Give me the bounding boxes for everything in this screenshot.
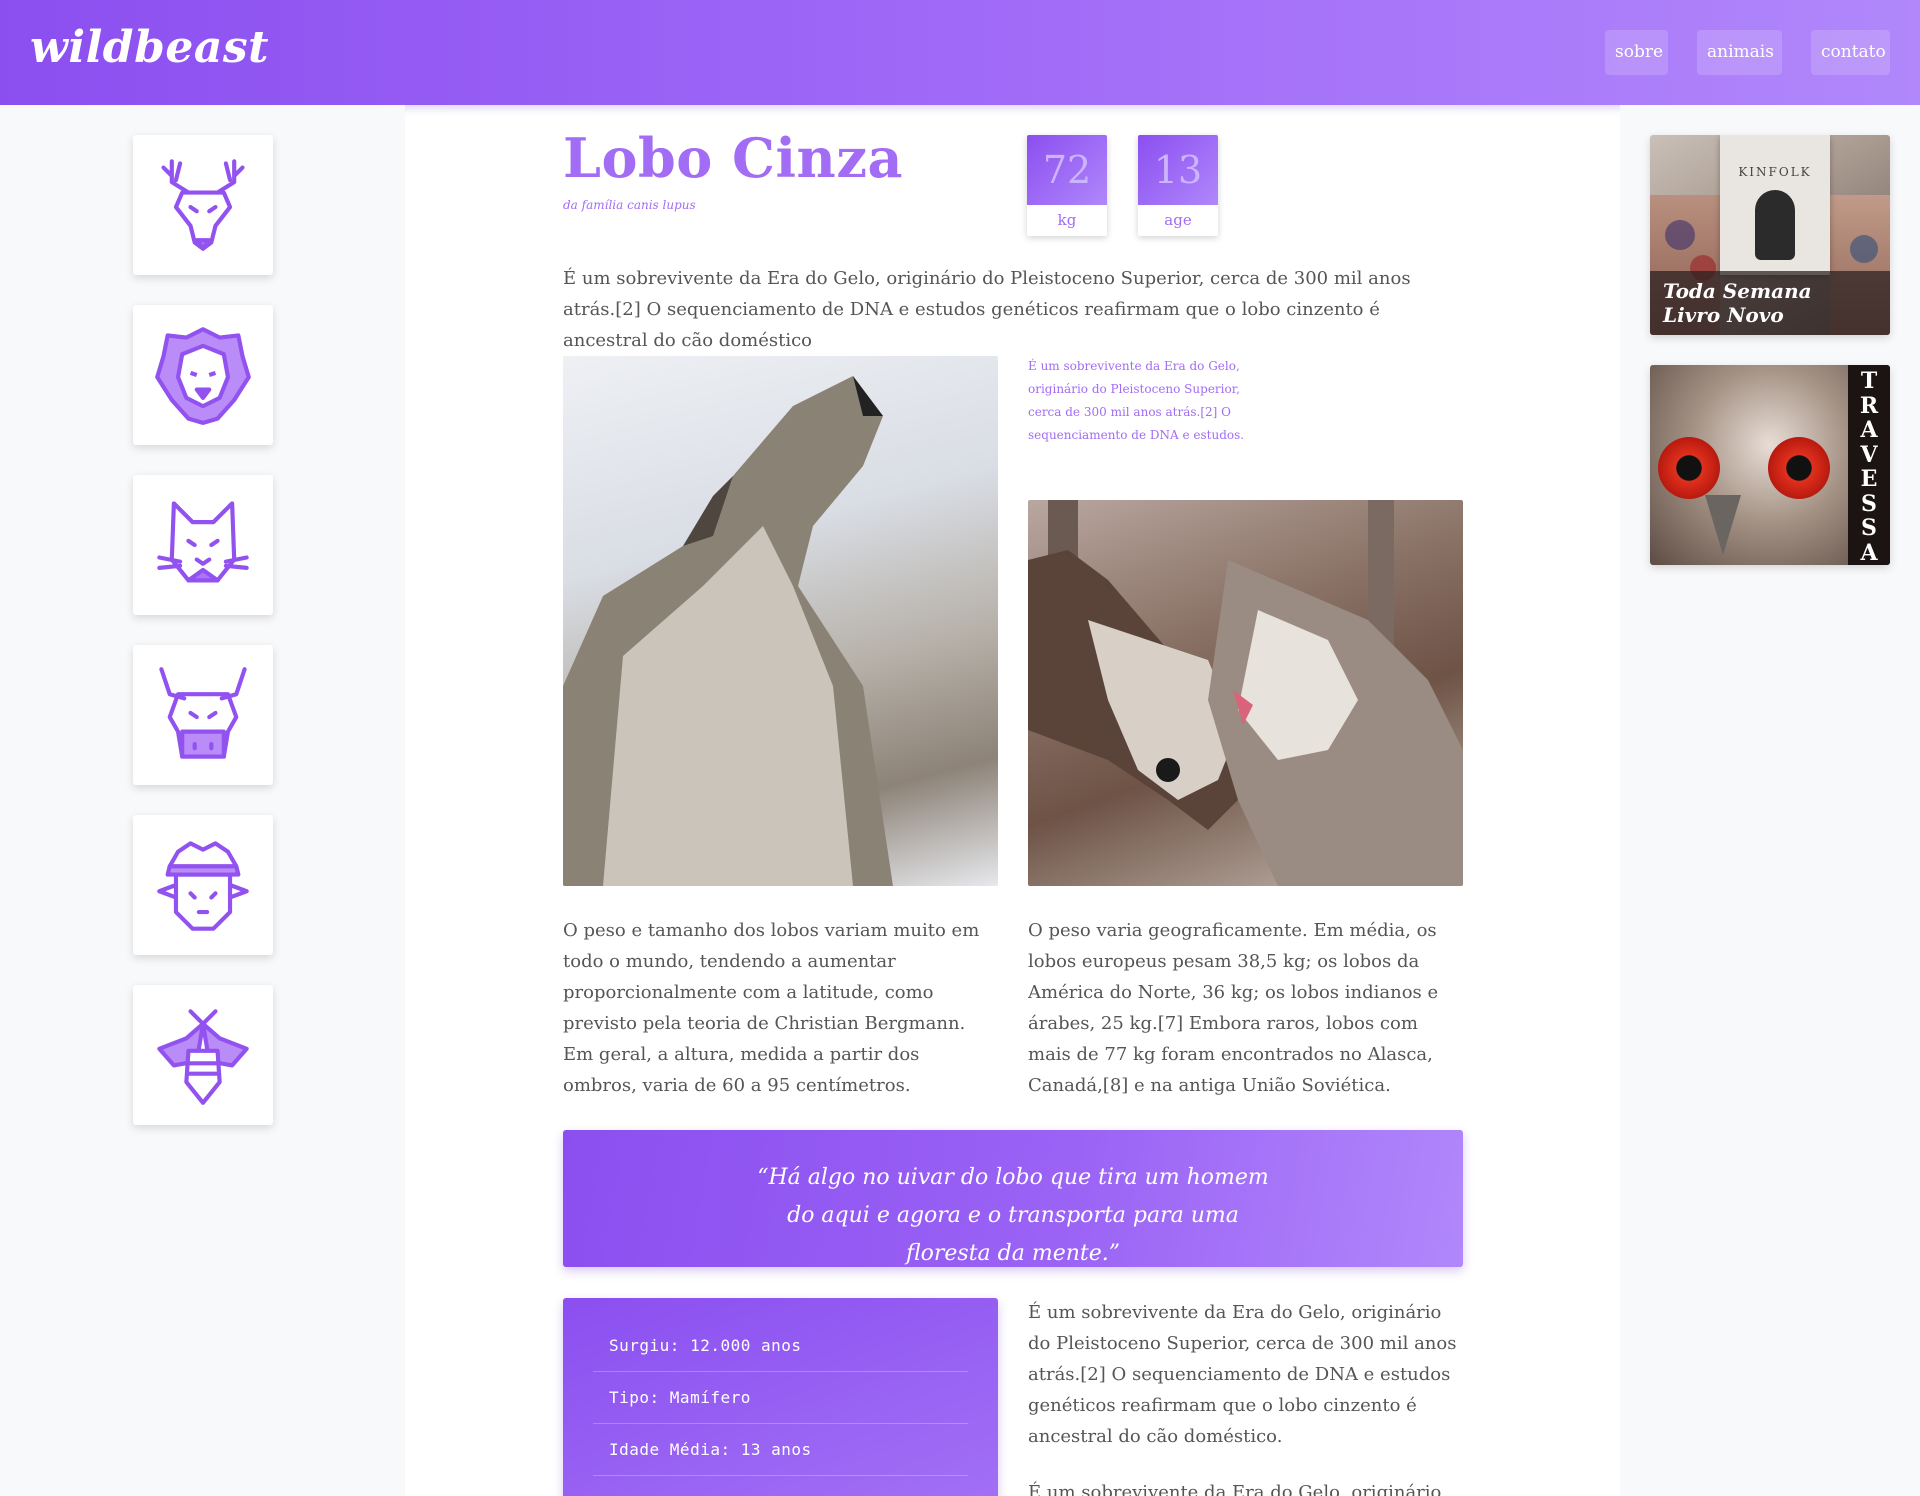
ad-travessa-label: T R A V E S S A — [1848, 365, 1890, 565]
stat-weight-label: kg — [1057, 211, 1077, 229]
ad-caption-line2: Livro Novo — [1663, 303, 1784, 327]
ad-letter: S — [1861, 490, 1877, 517]
weight-paragraph: O peso e tamanho dos lobos variam muito … — [563, 920, 980, 1096]
fact-item: Surgiu: 12.000 anos — [593, 1320, 968, 1372]
page-title: Lobo Cinza — [563, 126, 903, 190]
stat-weight: 72 kg — [1027, 135, 1107, 236]
ad-letter: R — [1859, 392, 1879, 419]
top-header: wildbeast sobre animais contato — [0, 0, 1920, 105]
sidebar-item-cat[interactable] — [133, 475, 273, 615]
ad-caption: Toda Semana Livro Novo — [1650, 271, 1890, 335]
nav-animais-button[interactable]: animais — [1697, 30, 1782, 75]
tattoo-shape — [1665, 220, 1695, 250]
ad-kinfolk[interactable]: KINFOLK Toda Semana Livro Novo — [1650, 135, 1890, 335]
owl-beak — [1705, 495, 1741, 555]
howling-wolf-photo — [563, 356, 998, 886]
sidebar-item-bee[interactable] — [133, 985, 273, 1125]
owl-eye-left — [1658, 437, 1720, 499]
ad-book-title: KINFOLK — [1738, 165, 1812, 179]
quote-block: “Há algo no uivar do lobo que tira um ho… — [563, 1130, 1463, 1267]
stat-age-value: 13 — [1138, 135, 1218, 205]
tattoo-shape — [1850, 235, 1878, 263]
fact-item: Tipo: Mamífero — [593, 1372, 968, 1424]
geography-paragraph: O peso varia geograficamente. Em média, … — [1028, 920, 1439, 1096]
two-wolves-photo — [1028, 500, 1463, 886]
wolf-silhouette — [563, 376, 893, 886]
ad-letter: V — [1860, 441, 1878, 468]
ad-letter: A — [1860, 539, 1878, 565]
bull-icon — [159, 667, 247, 759]
lion-icon — [155, 327, 251, 425]
ad-travessa[interactable]: T R A V E S S A — [1650, 365, 1890, 565]
ad-letter: E — [1860, 466, 1878, 492]
site-logo[interactable]: wildbeast — [30, 22, 269, 73]
stat-age: 13 age — [1138, 135, 1218, 236]
quote-text: “Há algo no uivar do lobo que tira um ho… — [757, 1165, 1269, 1266]
sidebar-item-lion[interactable] — [133, 305, 273, 445]
ad-letter: A — [1860, 417, 1878, 443]
bee-icon — [157, 1009, 249, 1105]
sidebar-item-deer[interactable] — [133, 135, 273, 275]
wolves-silhouette — [1028, 500, 1463, 886]
sidebar-item-bull[interactable] — [133, 645, 273, 785]
facts-box: Surgiu: 12.000 anos Tipo: Mamífero Idade… — [563, 1298, 998, 1496]
origin-paragraph-2: É um sobrevivente da Era do Gelo, origin… — [1028, 1482, 1442, 1496]
ad-book: KINFOLK — [1720, 135, 1830, 275]
nav-sobre-button[interactable]: sobre — [1605, 30, 1668, 75]
ad-book-figure — [1755, 190, 1795, 260]
ad-caption-line1: Toda Semana — [1663, 279, 1812, 303]
ad-letter: S — [1861, 515, 1877, 541]
sidebar-item-sheep[interactable] — [133, 815, 273, 955]
cat-icon — [157, 501, 249, 583]
stat-weight-value: 72 — [1027, 135, 1107, 205]
intro-paragraph: É um sobrevivente da Era do Gelo, origin… — [563, 268, 1411, 351]
page-subtitle: da família canis lupus — [563, 198, 696, 212]
side-note: É um sobrevivente da Era do Gelo, origin… — [1028, 359, 1245, 442]
origin-paragraph: É um sobrevivente da Era do Gelo, origin… — [1028, 1302, 1457, 1447]
sheep-icon — [157, 841, 249, 931]
deer-icon — [161, 159, 245, 251]
ad-letter: T — [1860, 368, 1878, 394]
stat-age-label: age — [1164, 211, 1192, 229]
fact-item: Idade Média: 13 anos — [593, 1424, 968, 1476]
owl-eye-right — [1768, 437, 1830, 499]
nav-contato-button[interactable]: contato — [1811, 30, 1890, 75]
